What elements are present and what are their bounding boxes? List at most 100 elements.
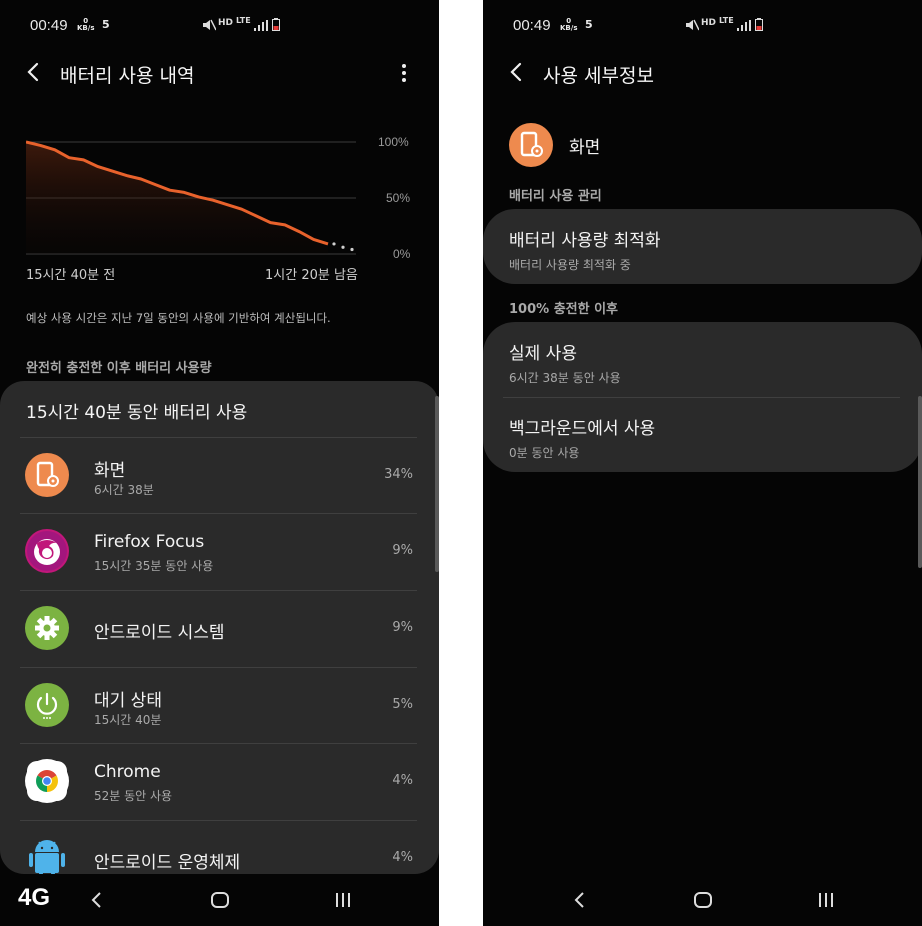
- app-name: Firefox Focus: [94, 532, 205, 552]
- usage-details-screen: 00:49 0 KB/s 5 HD LTE 사용 세부정보 화면 배터리 사용 …: [483, 0, 922, 926]
- list-item[interactable]: Chrome 52분 동안 사용 4%: [0, 743, 439, 819]
- firefox-focus-icon: [25, 529, 69, 573]
- app-percent: 34%: [384, 467, 413, 482]
- app-name: 안드로이드 운영체제: [94, 853, 241, 873]
- app-usage-time: 6시간 38분: [94, 483, 154, 497]
- nav-recents-button[interactable]: [334, 890, 352, 914]
- mute-icon: [203, 19, 216, 31]
- projection-dot: [332, 242, 336, 246]
- network-speed: 0 KB/s: [560, 17, 578, 32]
- divider: [503, 397, 900, 398]
- navigation-bar: 4G: [0, 876, 439, 926]
- app-percent: 9%: [392, 543, 413, 558]
- power-icon: [25, 683, 69, 727]
- app-name: 대기 상태: [94, 691, 162, 711]
- scrollbar[interactable]: [435, 396, 439, 572]
- list-item[interactable]: 안드로이드 시스템 9%: [0, 590, 439, 666]
- y-tick-label: 0%: [393, 247, 411, 261]
- app-usage-time: 15시간 35분 동안 사용: [94, 559, 214, 573]
- page-title: 사용 세부정보: [543, 65, 654, 87]
- list-item[interactable]: Firefox Focus 15시간 35분 동안 사용 9%: [0, 513, 439, 589]
- screen-icon: [509, 123, 553, 167]
- back-button[interactable]: [24, 61, 44, 83]
- background-usage-time: 0분 동안 사용: [509, 446, 580, 460]
- projection-dot: [350, 247, 354, 252]
- app-usage-time: 52분 동안 사용: [94, 789, 173, 803]
- back-button[interactable]: [507, 61, 527, 83]
- page-title: 배터리 사용 내역: [60, 65, 195, 87]
- section-header: 배터리 사용 관리: [509, 189, 602, 204]
- app-percent: 9%: [392, 620, 413, 635]
- battery-icon: [272, 18, 280, 31]
- home-icon: [694, 892, 712, 908]
- app-name: 화면: [94, 461, 126, 481]
- app-usage-card: 15시간 40분 동안 배터리 사용 화면 6시간 38분 34% Firefo…: [0, 381, 439, 874]
- network-type-4g: 4G: [18, 884, 51, 911]
- optimize-title: 배터리 사용량 최적화: [509, 231, 661, 251]
- back-icon: [574, 892, 584, 908]
- app-usage-time: 15시간 40분: [94, 713, 162, 727]
- actual-usage-title: 실제 사용: [509, 344, 577, 364]
- x-axis-start-label: 15시간 40분 전: [26, 268, 116, 283]
- notification-count: 5: [102, 18, 110, 31]
- optimize-status: 배터리 사용량 최적화 중: [509, 258, 631, 272]
- signal-icon: [254, 20, 268, 31]
- app-bar: 배터리 사용 내역: [0, 55, 439, 91]
- back-icon: [91, 892, 101, 908]
- android-icon: [25, 836, 69, 874]
- lte-icon: LTE: [236, 16, 251, 25]
- projection-dot: [341, 245, 345, 249]
- notification-count: 5: [585, 18, 593, 31]
- background-usage-item[interactable]: 백그라운드에서 사용 0분 동안 사용: [509, 414, 655, 461]
- app-name: 안드로이드 시스템: [94, 623, 225, 643]
- battery-icon: [755, 18, 763, 31]
- nav-recents-button[interactable]: [817, 890, 835, 914]
- home-icon: [211, 892, 229, 908]
- actual-usage-item[interactable]: 실제 사용 6시간 38분 동안 사용: [509, 339, 621, 386]
- chrome-icon: [25, 759, 69, 803]
- list-item[interactable]: 안드로이드 운영체제 4%: [0, 820, 439, 874]
- optimize-battery-item[interactable]: 배터리 사용량 최적화 배터리 사용량 최적화 중: [509, 226, 661, 273]
- system-status-icons: HD LTE: [685, 16, 775, 35]
- section-header: 완전히 충전한 이후 배터리 사용량: [26, 361, 212, 376]
- nav-home-button[interactable]: [210, 890, 230, 914]
- app-name: Chrome: [94, 762, 161, 782]
- recents-icon: [336, 893, 350, 907]
- hd-voice-icon: HD: [218, 18, 234, 28]
- network-speed: 0 KB/s: [77, 17, 95, 32]
- signal-icon: [737, 20, 751, 31]
- x-axis-end-label: 1시간 20분 남음: [265, 268, 358, 283]
- status-time: 00:49: [30, 17, 68, 34]
- nav-home-button[interactable]: [693, 890, 713, 914]
- app-percent: 5%: [392, 697, 413, 712]
- system-status-icons: HD LTE: [202, 16, 292, 35]
- actual-usage-time: 6시간 38분 동안 사용: [509, 371, 621, 385]
- more-vert-icon: [402, 64, 406, 82]
- recents-icon: [819, 893, 833, 907]
- lte-icon: LTE: [719, 16, 734, 25]
- usage-card: 실제 사용 6시간 38분 동안 사용 백그라운드에서 사용 0분 동안 사용: [483, 322, 922, 472]
- list-item[interactable]: 화면 6시간 38분 34%: [0, 437, 439, 513]
- app-percent: 4%: [392, 850, 413, 865]
- nav-back-button[interactable]: [573, 890, 587, 914]
- background-usage-title: 백그라운드에서 사용: [509, 419, 656, 439]
- scrollbar[interactable]: [918, 396, 922, 568]
- hd-voice-icon: HD: [701, 18, 717, 28]
- more-options-button[interactable]: [394, 61, 414, 85]
- screen-icon: [25, 453, 69, 497]
- section-header: 100% 충전한 이후: [509, 302, 619, 317]
- status-bar: 00:49 0 KB/s 5 HD LTE: [513, 16, 922, 37]
- mute-icon: [686, 19, 699, 31]
- optimize-card[interactable]: 배터리 사용량 최적화 배터리 사용량 최적화 중: [483, 209, 922, 284]
- battery-usage-screen: 00:49 0 KB/s 5 HD LTE 배터리 사용 내역 100% 50%…: [0, 0, 439, 926]
- y-tick-label: 100%: [378, 135, 409, 149]
- card-title: 15시간 40분 동안 배터리 사용: [26, 403, 248, 423]
- app-name: 화면: [569, 138, 601, 158]
- list-item[interactable]: 대기 상태 15시간 40분 5%: [0, 667, 439, 743]
- status-time: 00:49: [513, 17, 551, 34]
- app-percent: 4%: [392, 773, 413, 788]
- back-arrow-icon: [510, 62, 522, 82]
- nav-back-button[interactable]: [90, 890, 104, 914]
- back-arrow-icon: [27, 62, 39, 82]
- navigation-bar: [483, 876, 922, 926]
